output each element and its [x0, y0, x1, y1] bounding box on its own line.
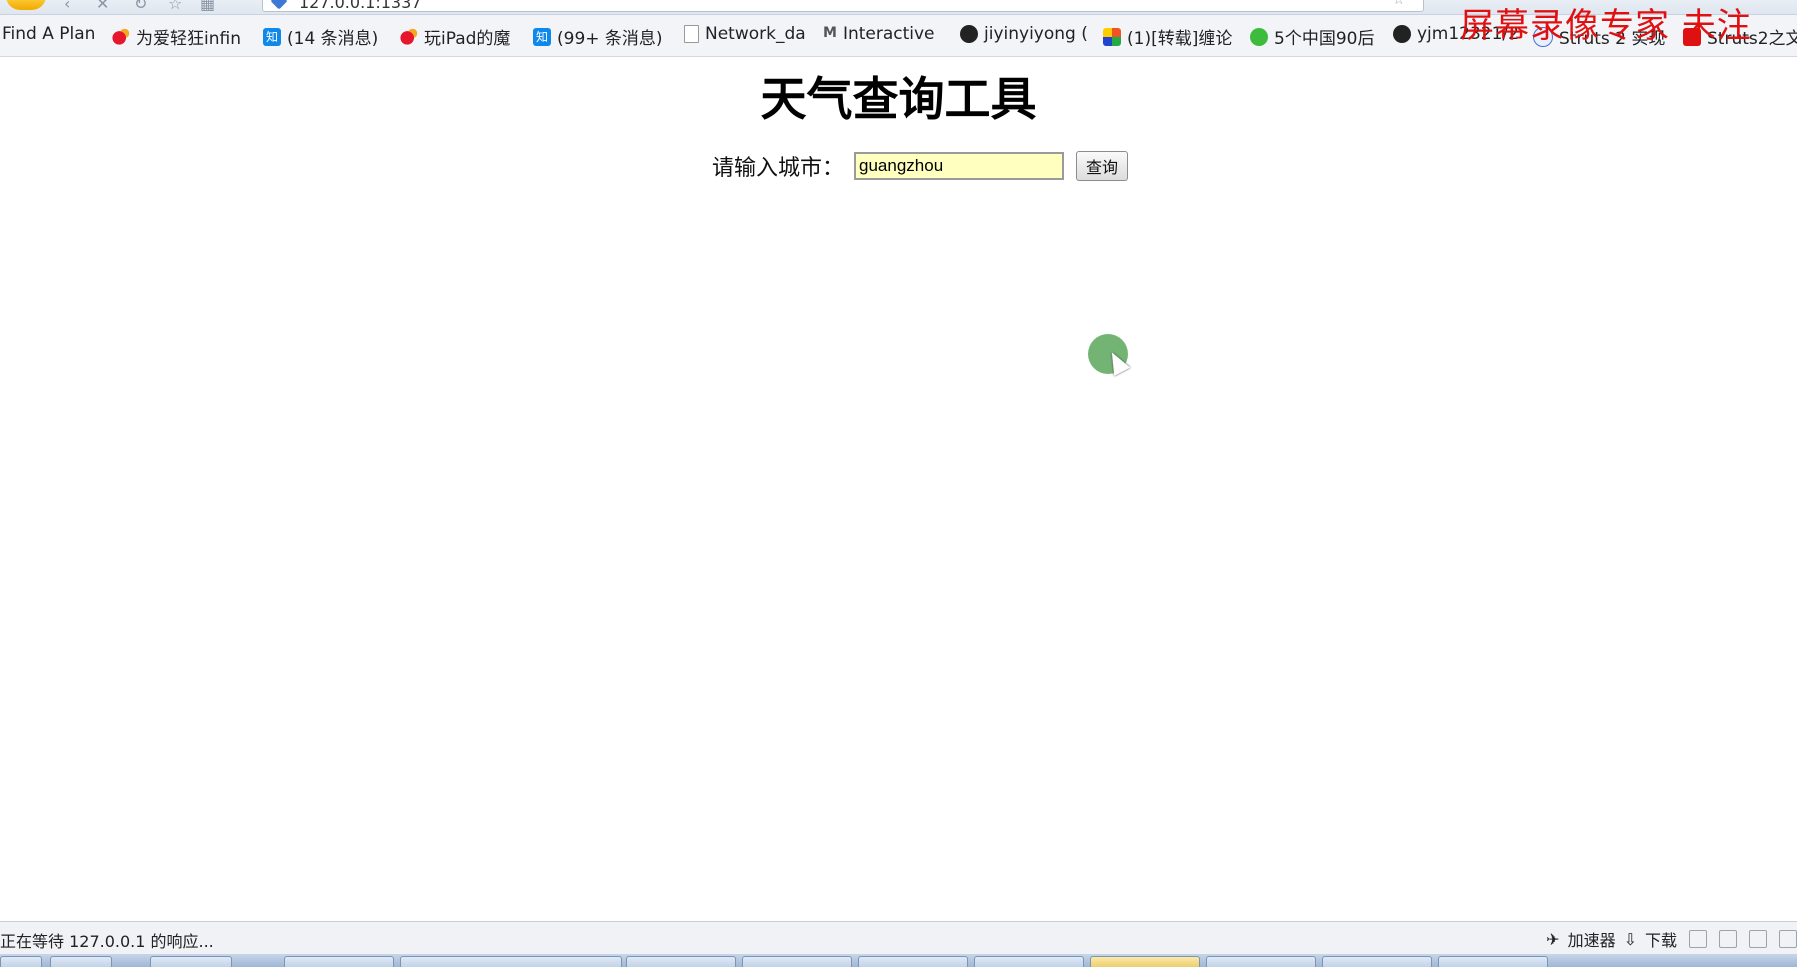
weibo-icon: [112, 27, 130, 46]
bookmark-item[interactable]: 知 (14 条消息): [263, 24, 378, 49]
taskbar-item[interactable]: [400, 956, 622, 967]
bookmark-label: Find A Plan: [2, 24, 96, 44]
bookmark-label: Interactive: [842, 24, 935, 44]
city-input[interactable]: [854, 152, 1065, 180]
bookmark-item[interactable]: jiyinyiyong (: [960, 24, 1088, 44]
new-window-icon[interactable]: [1689, 930, 1707, 948]
accelerator-icon[interactable]: ✈: [1546, 930, 1559, 949]
bookmark-label: 玩iPad的魔: [424, 29, 511, 49]
download-label[interactable]: 下载: [1645, 927, 1677, 951]
refresh-icon[interactable]: ↻: [134, 0, 147, 12]
favorite-star-icon[interactable]: ☆: [1392, 0, 1405, 8]
address-text: 127.0.0.1:1337: [299, 0, 422, 12]
city-query-form: 请输入城市： 查询: [712, 150, 1129, 182]
bookmark-label: (99+ 条消息): [557, 29, 663, 49]
bookmark-item[interactable]: (1)[转载]缠论: [1103, 24, 1232, 49]
bookmark-label: (14 条消息): [287, 29, 379, 49]
trash-icon[interactable]: [1719, 930, 1737, 948]
back-icon[interactable]: ‹: [64, 0, 70, 12]
bookmark-label: 为爱轻狂infin: [136, 29, 241, 49]
bookmark-label: jiyinyiyong (: [984, 24, 1088, 44]
github-icon: [960, 25, 978, 43]
download-icon[interactable]: ⇩: [1624, 930, 1637, 949]
query-button[interactable]: 查询: [1076, 151, 1129, 181]
bookmark-label: Network_da: [705, 24, 806, 44]
start-button[interactable]: [0, 956, 42, 967]
mosaic-icon: [1103, 27, 1121, 46]
close-icon[interactable]: ✕: [96, 0, 109, 12]
bookmark-item[interactable]: 为爱轻狂infin: [112, 24, 241, 49]
browser-logo-icon: [6, 0, 46, 10]
taskbar-item[interactable]: [284, 956, 394, 967]
star-icon[interactable]: ☆: [168, 0, 182, 12]
taskbar-item[interactable]: [150, 956, 232, 967]
bookmark-item[interactable]: 玩iPad的魔: [400, 24, 510, 49]
tabs-icon[interactable]: ▦: [200, 0, 215, 12]
address-bar[interactable]: 127.0.0.1:1337 ☆: [262, 0, 1424, 12]
bookmark-item[interactable]: Network_da: [684, 24, 806, 44]
taskbar-item[interactable]: [1322, 956, 1432, 967]
taskbar-item[interactable]: [858, 956, 968, 967]
status-tools: ✈ 加速器 ⇩ 下载: [1538, 927, 1797, 951]
accelerator-label[interactable]: 加速器: [1568, 927, 1616, 951]
status-text: 正在等待 127.0.0.1 的响应...: [0, 932, 214, 951]
taskbar-item[interactable]: [742, 956, 852, 967]
status-bar: 正在等待 127.0.0.1 的响应... ✈ 加速器 ⇩ 下载: [0, 921, 1797, 954]
page-title: 天气查询工具: [760, 72, 1037, 126]
taskbar-item[interactable]: [50, 956, 112, 967]
bookmark-label: (1)[转载]缠论: [1127, 29, 1233, 49]
screen-icon[interactable]: [1779, 930, 1797, 948]
taskbar-item[interactable]: [1438, 956, 1548, 967]
taskbar-item-active[interactable]: [1090, 956, 1200, 967]
taskbar-item[interactable]: [974, 956, 1084, 967]
taskbar-item[interactable]: [1206, 956, 1316, 967]
bookmark-item[interactable]: 知 (99+ 条消息): [533, 24, 663, 49]
github-icon: [1393, 25, 1411, 43]
zhihu-icon: 知: [263, 27, 281, 46]
bookmark-label: 5个中国90后: [1274, 29, 1375, 49]
volume-icon[interactable]: [1749, 930, 1767, 948]
bookmark-item[interactable]: Find A Plan: [2, 24, 95, 44]
wechat-icon: [1250, 27, 1268, 46]
zhihu-icon: 知: [533, 27, 551, 46]
bookmark-item[interactable]: 5个中国90后: [1250, 24, 1374, 49]
recorder-watermark: 屏幕录像专家 未注: [1460, 6, 1752, 46]
site-icon: [270, 0, 288, 10]
bookmark-item[interactable]: M Interactive: [823, 24, 935, 44]
taskbar-item[interactable]: [626, 956, 736, 967]
weibo-icon: [400, 27, 418, 46]
ml-icon: M: [823, 25, 837, 41]
city-label: 请输入城市：: [712, 156, 845, 181]
document-icon: [684, 25, 699, 43]
os-taskbar: [0, 954, 1797, 967]
